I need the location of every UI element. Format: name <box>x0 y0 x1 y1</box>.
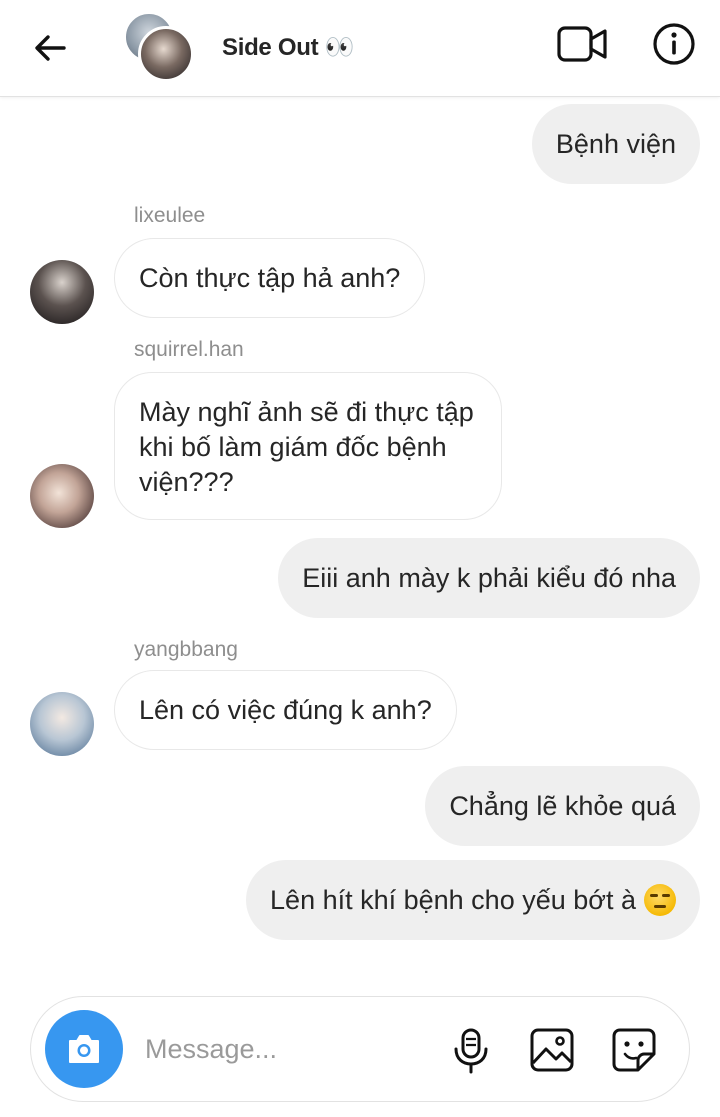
sender-name: squirrel.han <box>134 338 244 361</box>
chat-title[interactable]: Side Out 👀 <box>222 33 355 62</box>
unamused-face-icon <box>644 884 676 916</box>
sticker-icon[interactable] <box>611 1027 657 1073</box>
sender-name: lixeulee <box>134 204 206 227</box>
message-text: Bệnh viện <box>555 128 676 159</box>
incoming-message[interactable]: Mày nghĩ ảnh sẽ đi thực tập khi bố làm g… <box>114 372 502 520</box>
message-input[interactable]: Message... <box>145 1034 277 1065</box>
message-text: Eiii anh mày k phải kiểu đó nha <box>302 562 676 593</box>
outgoing-message[interactable]: Chẳng lẽ khỏe quá <box>425 766 700 846</box>
outgoing-message[interactable]: Eiii anh mày k phải kiểu đó nha <box>278 538 700 618</box>
microphone-icon[interactable] <box>451 1027 491 1075</box>
incoming-message[interactable]: Lên có việc đúng k anh? <box>114 670 457 750</box>
avatar[interactable] <box>30 260 94 324</box>
gallery-icon[interactable] <box>529 1027 575 1073</box>
message-text: Còn thực tập hả anh? <box>139 262 401 293</box>
incoming-message[interactable]: Còn thực tập hả anh? <box>114 238 426 318</box>
avatar[interactable] <box>30 464 94 528</box>
outgoing-message[interactable]: Lên hít khí bệnh cho yếu bớt à <box>246 860 700 940</box>
message-text: Mày nghĩ ảnh sẽ đi thực tập khi bố làm g… <box>139 397 474 497</box>
sender-name: yangbbang <box>134 638 238 661</box>
message-text: Lên có việc đúng k anh? <box>139 694 432 725</box>
message-text: Chẳng lẽ khỏe quá <box>449 790 676 821</box>
chat-header: Side Out 👀 <box>0 0 720 97</box>
message-composer: Message... <box>30 996 690 1102</box>
group-avatar-front <box>138 26 194 82</box>
outgoing-message[interactable]: Bệnh viện <box>531 104 700 184</box>
arrow-left-icon[interactable] <box>28 26 72 70</box>
video-call-icon[interactable] <box>556 24 608 66</box>
camera-button[interactable] <box>45 1010 123 1088</box>
group-avatar[interactable] <box>124 12 194 82</box>
camera-icon <box>69 1035 99 1063</box>
info-icon[interactable] <box>652 22 696 66</box>
message-text: Lên hít khí bệnh cho yếu bớt à <box>270 884 636 915</box>
avatar[interactable] <box>30 692 94 756</box>
